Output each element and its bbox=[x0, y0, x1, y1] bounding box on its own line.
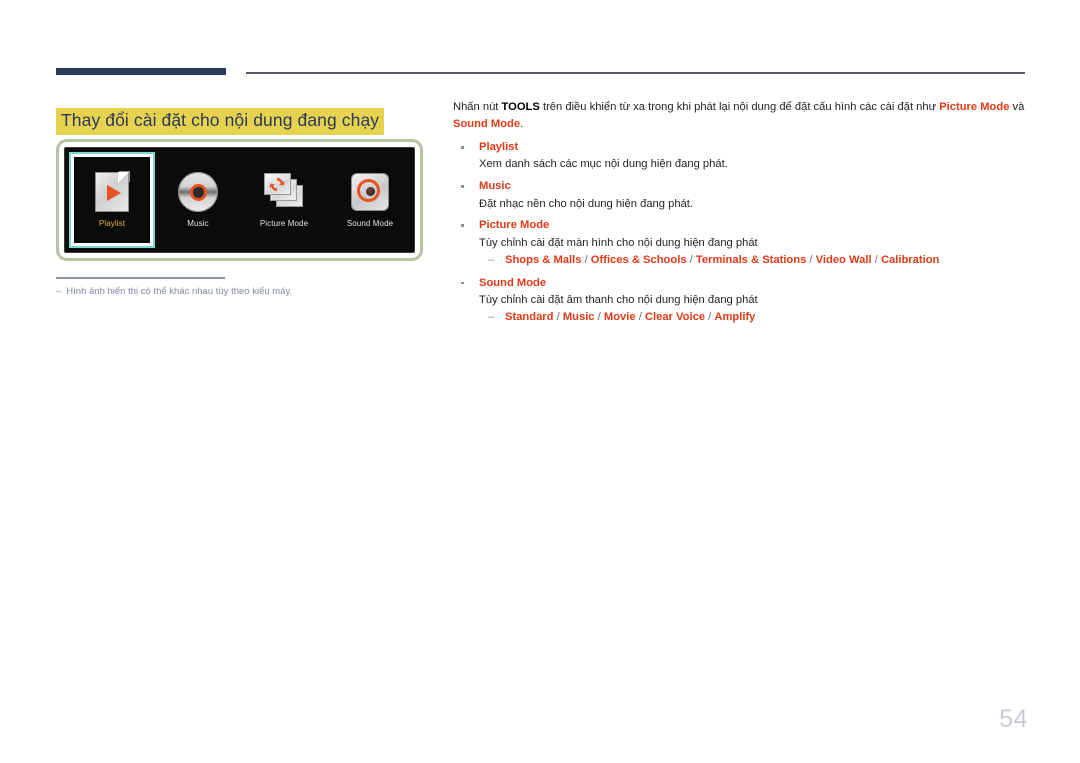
list-item-desc-playlist: Xem danh sách các mục nội dung hiện đang… bbox=[479, 158, 728, 171]
footnote-text: Hình ảnh hiển thị có thể khác nhau tùy t… bbox=[66, 286, 293, 297]
option-value: Offices & Schools bbox=[590, 254, 687, 267]
option-value: Standard bbox=[505, 311, 554, 324]
option-value: Clear Voice bbox=[644, 311, 706, 324]
sound-mode-speaker-icon bbox=[351, 172, 389, 211]
page-title: Thay đổi cài đặt cho nội dung đang chạy bbox=[56, 107, 385, 135]
menu-item-music[interactable]: Music bbox=[155, 148, 241, 252]
option-value: Video Wall bbox=[815, 254, 872, 267]
menu-item-label-playlist: Playlist bbox=[98, 219, 126, 228]
intro-part2: trên điều khiển từ xa trong khi phát lại… bbox=[539, 101, 940, 113]
settings-list: Playlist Xem danh sách các mục nội dung … bbox=[453, 139, 1028, 327]
option-separator: / bbox=[553, 311, 563, 324]
option-separator: / bbox=[806, 254, 816, 267]
illustration-frame: Playlist Music Picture Mode Sound Mode bbox=[56, 139, 423, 261]
list-item-title-music: Music bbox=[479, 180, 511, 193]
list-item-desc-picture-mode: Tùy chỉnh cài đặt màn hình cho nội dung … bbox=[479, 236, 758, 249]
list-item-music: Music Đặt nhạc nền cho nội dung hiện đan… bbox=[453, 178, 1028, 213]
music-cd-disc-icon bbox=[178, 172, 218, 212]
list-item-desc-music: Đặt nhạc nền cho nội dung hiện đang phát… bbox=[479, 197, 693, 210]
sub-list-item-sound-mode: Standard / Music / Movie / Clear Voice /… bbox=[479, 309, 1028, 327]
sub-list-item-picture-mode: Shops & Malls / Offices & Schools / Term… bbox=[479, 252, 1028, 270]
option-separator: / bbox=[686, 254, 696, 267]
menu-item-label-music: Music bbox=[187, 219, 209, 228]
menu-item-sound-mode[interactable]: Sound Mode bbox=[327, 148, 413, 252]
menu-item-playlist[interactable]: Playlist bbox=[69, 152, 155, 248]
option-separator: / bbox=[635, 311, 645, 324]
list-item-sound-mode: Sound Mode Tùy chỉnh cài đặt âm thanh ch… bbox=[453, 275, 1028, 328]
intro-part3: và bbox=[1009, 101, 1025, 113]
footnote-divider bbox=[56, 277, 225, 279]
option-value: Music bbox=[562, 311, 595, 324]
option-value: Calibration bbox=[880, 254, 940, 267]
page-number: 54 bbox=[999, 705, 1028, 733]
menu-item-picture-mode[interactable]: Picture Mode bbox=[241, 148, 327, 252]
list-item-title-playlist: Playlist bbox=[479, 141, 519, 154]
option-separator: / bbox=[871, 254, 881, 267]
header-rule-thin bbox=[246, 72, 1025, 74]
intro-paragraph: Nhấn nút TOOLS trên điều khiển từ xa tro… bbox=[453, 99, 1028, 133]
list-item-picture-mode: Picture Mode Tùy chỉnh cài đặt màn hình … bbox=[453, 217, 1028, 270]
option-value: Terminals & Stations bbox=[695, 254, 807, 267]
option-separator: / bbox=[705, 311, 715, 324]
menu-item-label-picture-mode: Picture Mode bbox=[259, 219, 309, 228]
list-item-desc-sound-mode: Tùy chỉnh cài đặt âm thanh cho nội dung … bbox=[479, 293, 758, 306]
sound-mode-keyword: Sound Mode bbox=[453, 118, 521, 131]
option-separator: / bbox=[594, 311, 604, 324]
body-column: Nhấn nút TOOLS trên điều khiển từ xa tro… bbox=[453, 99, 1028, 332]
refresh-arrows-icon bbox=[269, 177, 285, 192]
option-value: Shops & Malls bbox=[505, 254, 582, 267]
play-triangle-icon bbox=[107, 185, 121, 201]
footnote: ‒ Hình ảnh hiển thị có thể khác nhau tùy… bbox=[56, 285, 436, 298]
footnote-dash: ‒ bbox=[56, 286, 62, 297]
list-item-title-sound-mode: Sound Mode bbox=[479, 276, 547, 289]
sub-list-sound-mode: Standard / Music / Movie / Clear Voice /… bbox=[479, 309, 1028, 327]
list-item-title-picture-mode: Picture Mode bbox=[479, 219, 550, 232]
intro-part4: . bbox=[520, 118, 524, 131]
option-value: Amplify bbox=[714, 311, 756, 324]
option-separator: / bbox=[581, 254, 591, 267]
option-value: Movie bbox=[603, 311, 636, 324]
picture-mode-options: Shops & Malls / Offices & Schools / Term… bbox=[505, 254, 939, 266]
device-screen-mockup: Playlist Music Picture Mode Sound Mode bbox=[64, 147, 415, 253]
playlist-page-play-icon bbox=[95, 172, 129, 212]
intro-part1: Nhấn nút bbox=[453, 101, 502, 113]
tools-keyword: TOOLS bbox=[501, 101, 540, 113]
menu-item-label-sound-mode: Sound Mode bbox=[346, 218, 394, 228]
list-item-playlist: Playlist Xem danh sách các mục nội dung … bbox=[453, 139, 1028, 174]
sound-mode-options: Standard / Music / Movie / Clear Voice /… bbox=[505, 311, 755, 323]
picture-mode-keyword: Picture Mode bbox=[939, 101, 1010, 113]
sub-list-picture-mode: Shops & Malls / Offices & Schools / Term… bbox=[479, 252, 1028, 270]
header-rule-thick bbox=[56, 68, 226, 75]
picture-mode-panels-refresh-icon bbox=[263, 172, 305, 212]
